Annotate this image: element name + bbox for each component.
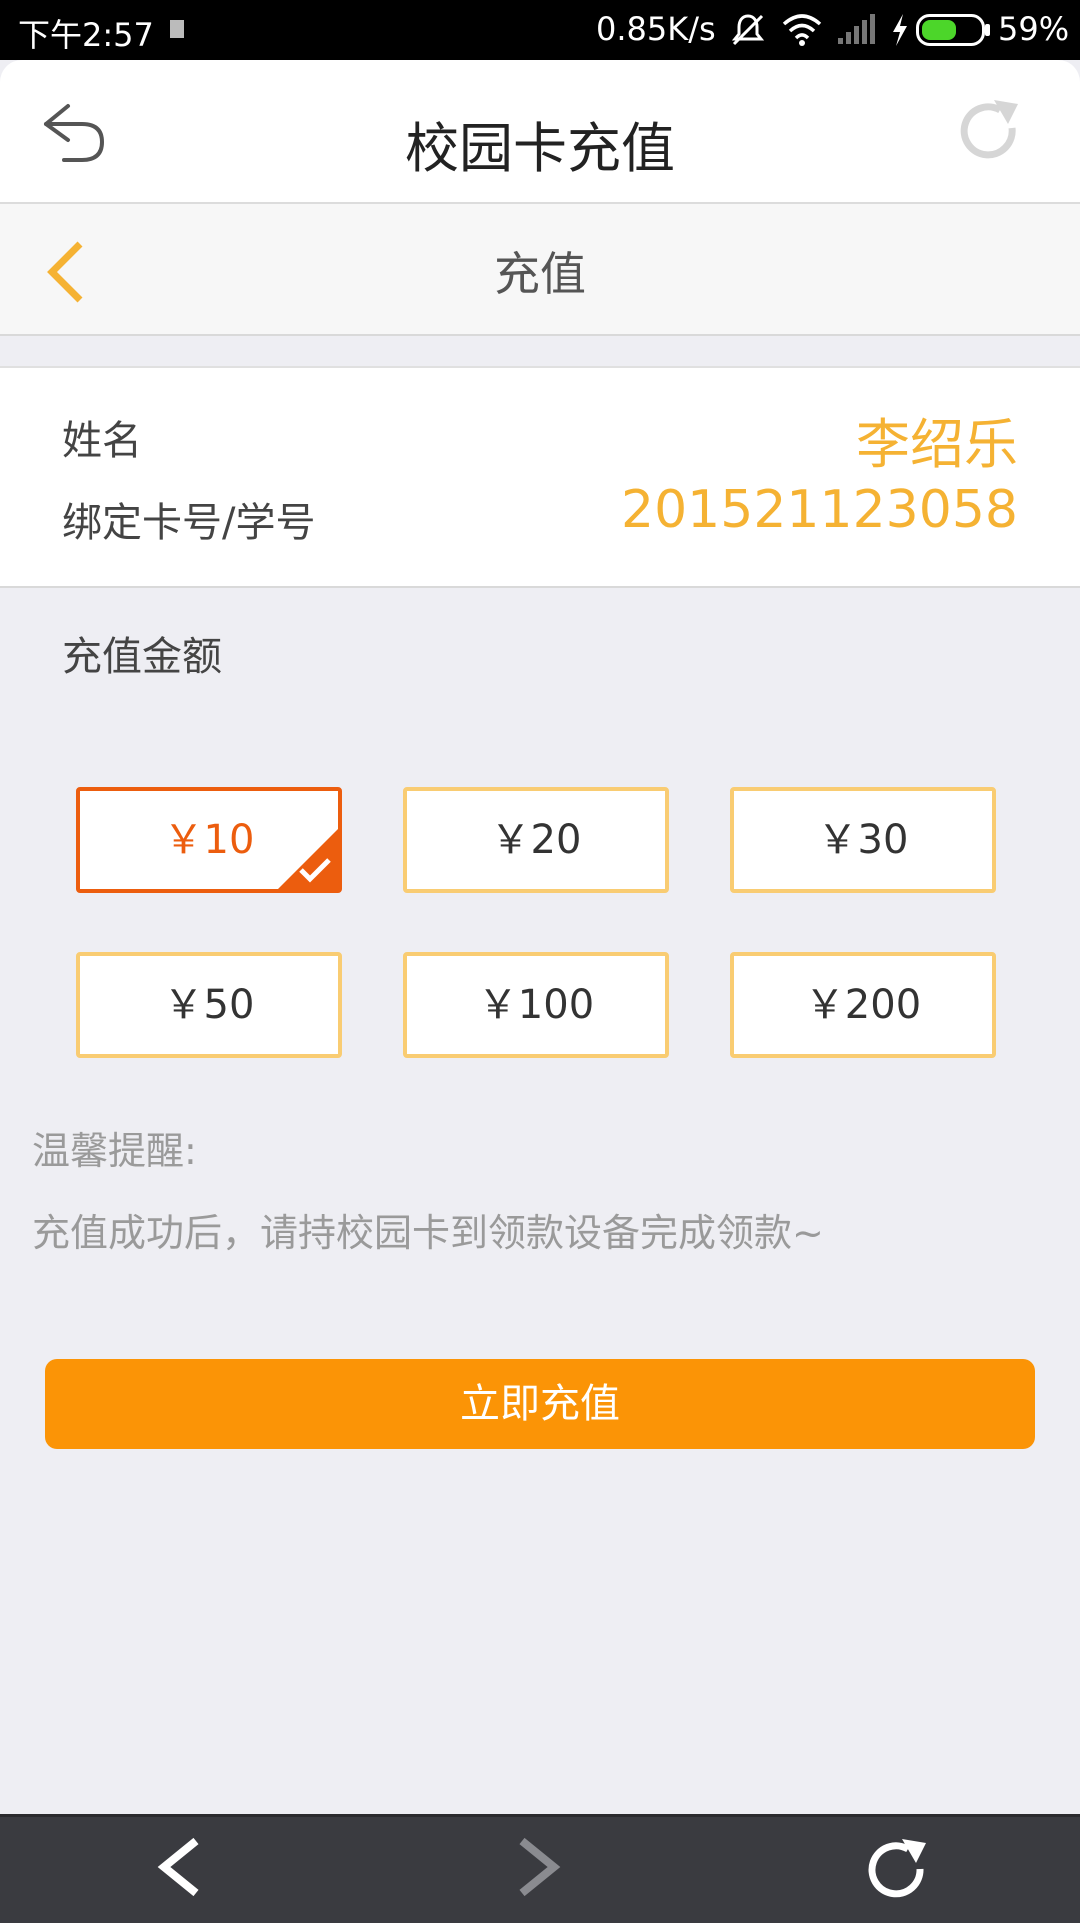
card-number-label: 绑定卡号/学号 xyxy=(62,500,316,546)
sub-header: 充值 xyxy=(0,204,1080,336)
tip-title: 温馨提醒: xyxy=(32,1129,197,1173)
battery-icon xyxy=(916,14,992,54)
signal-icon xyxy=(836,12,876,54)
status-time: 下午2:57 xyxy=(18,16,154,54)
app-bar: 校园卡充值 xyxy=(0,60,1080,204)
amount-option-10[interactable]: ￥10 xyxy=(76,787,342,893)
nav-reload-icon[interactable] xyxy=(862,1835,932,1909)
refresh-icon[interactable] xyxy=(956,98,1024,170)
battery-percent: 59% xyxy=(998,10,1070,48)
amount-option-50[interactable]: ￥50 xyxy=(76,952,342,1058)
amount-option-label: ￥100 xyxy=(477,982,595,1028)
name-value: 李绍乐 xyxy=(856,413,1018,476)
notification-icon xyxy=(170,20,184,38)
page-title: 校园卡充值 xyxy=(405,117,675,180)
sub-header-title: 充值 xyxy=(494,247,586,301)
nav-forward-icon[interactable] xyxy=(514,1835,564,1903)
amount-option-30[interactable]: ￥30 xyxy=(730,787,996,893)
amount-option-200[interactable]: ￥200 xyxy=(730,952,996,1058)
nav-back-icon[interactable] xyxy=(154,1835,204,1903)
name-label: 姓名 xyxy=(62,418,142,464)
mute-icon xyxy=(730,12,766,56)
amount-option-100[interactable]: ￥100 xyxy=(403,952,669,1058)
wifi-icon xyxy=(782,12,822,54)
status-bar: 下午2:57 0.85K/s 59% xyxy=(0,0,1080,60)
card-number-value: 201521123058 xyxy=(620,480,1018,540)
amount-option-label: ￥20 xyxy=(490,817,582,863)
amount-option-label: ￥50 xyxy=(163,982,255,1028)
amount-option-label: ￥200 xyxy=(804,982,922,1028)
recharge-button[interactable]: 立即充值 xyxy=(45,1359,1035,1449)
checkmark-icon xyxy=(298,857,332,883)
amount-option-label: ￥30 xyxy=(817,817,909,863)
network-speed: 0.85K/s xyxy=(596,10,716,48)
amount-option-20[interactable]: ￥20 xyxy=(403,787,669,893)
bottom-nav-bar xyxy=(0,1814,1080,1923)
charging-icon xyxy=(890,12,910,56)
amount-option-label: ￥10 xyxy=(163,817,255,863)
user-info-card: 姓名 李绍乐 绑定卡号/学号 201521123058 xyxy=(0,366,1080,588)
tip-text: 充值成功后，请持校园卡到领款设备完成领款~ xyxy=(32,1211,824,1255)
amount-label: 充值金额 xyxy=(62,634,222,680)
